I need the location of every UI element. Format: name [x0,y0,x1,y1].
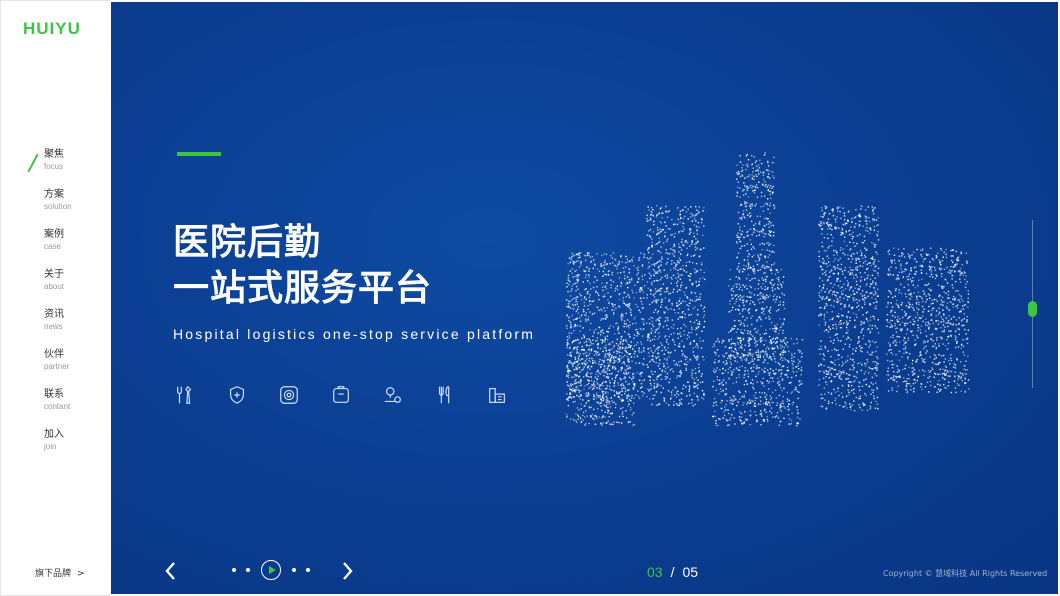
active-nav-indicator [27,153,39,173]
nav-label-en: focus [44,162,64,171]
scroll-thumb[interactable] [1028,301,1037,317]
hero-title-line1: 医院后勤 [173,222,322,263]
chevron-right-icon: > [77,569,85,579]
slide-dot[interactable] [292,568,296,572]
nav-label-en: news [44,322,63,331]
nav-label-en: contant [44,402,71,411]
nav-label-zh: 案例 [44,229,64,240]
tools-icon[interactable] [173,383,197,407]
slide-dot[interactable] [306,568,310,572]
target-icon[interactable] [277,383,301,407]
sidebar: HUIYU 聚焦 focus 方案 solution 案例 case 关于 ab… [0,0,111,596]
nav-item-partner[interactable]: 伙伴 partner [44,349,69,379]
nav-label-en: solution [44,202,72,211]
nav-item-news[interactable]: 资讯 news [44,309,64,339]
nav-label-en: case [44,242,61,251]
nav-label-en: about [44,282,65,291]
nav-label-zh: 资讯 [44,309,64,320]
nav-item-case[interactable]: 案例 case [44,229,64,259]
nav-label-zh: 关于 [44,269,64,280]
tag-icon[interactable] [329,383,353,407]
city-skyline-illustration [566,152,970,427]
slide-separator: / [670,564,675,580]
nav-item-contact[interactable]: 联系 contant [44,389,70,419]
slide-dot[interactable] [232,568,236,572]
skyline-dots [566,152,970,427]
nav-label-zh: 聚焦 [44,149,64,160]
hero-title: 医院后勤 一站式服务平台 [173,220,432,312]
nav-label-zh: 方案 [44,189,64,200]
shield-medicine-icon[interactable] [225,383,249,407]
nav-label-zh: 伙伴 [44,349,64,360]
total-slides: 05 [682,564,699,580]
hero-banner: 医院后勤 一站式服务平台 Hospital logistics one-stop… [111,2,1058,594]
play-icon[interactable] [261,560,281,580]
nav-label-zh: 联系 [44,389,64,400]
current-slide: 03 [647,564,663,580]
nav-item-solution[interactable]: 方案 solution [44,189,72,219]
hero-title-line2: 一站式服务平台 [173,268,433,309]
nav-label-en: partner [44,362,70,371]
accent-bar [177,152,221,156]
nav-label-en: join [44,442,57,451]
nav-item-focus[interactable]: 聚焦 focus [44,149,64,179]
building-icon[interactable] [485,383,509,407]
hero-subtitle: Hospital logistics one-stop service plat… [173,326,536,342]
location-icon[interactable] [381,383,405,407]
slide-counter: 03 / 05 [647,564,698,580]
copyright-text: Copyright © 慧域科技 All Rights Reserved [883,569,1048,578]
service-icons [173,383,537,407]
sub-brands-link[interactable]: 旗下品牌 > [35,566,85,579]
fork-spoon-icon[interactable] [433,383,457,407]
brand-logo[interactable]: HUIYU [23,19,81,39]
slide-dots [227,558,315,582]
prev-slide-button[interactable] [163,560,179,582]
nav-item-about[interactable]: 关于 about [44,269,64,299]
nav-item-join[interactable]: 加入 join [44,429,64,459]
nav-label-zh: 加入 [44,429,64,440]
sub-brands-label: 旗下品牌 [35,569,72,579]
slide-dot[interactable] [246,568,250,572]
next-slide-button[interactable] [339,560,355,582]
